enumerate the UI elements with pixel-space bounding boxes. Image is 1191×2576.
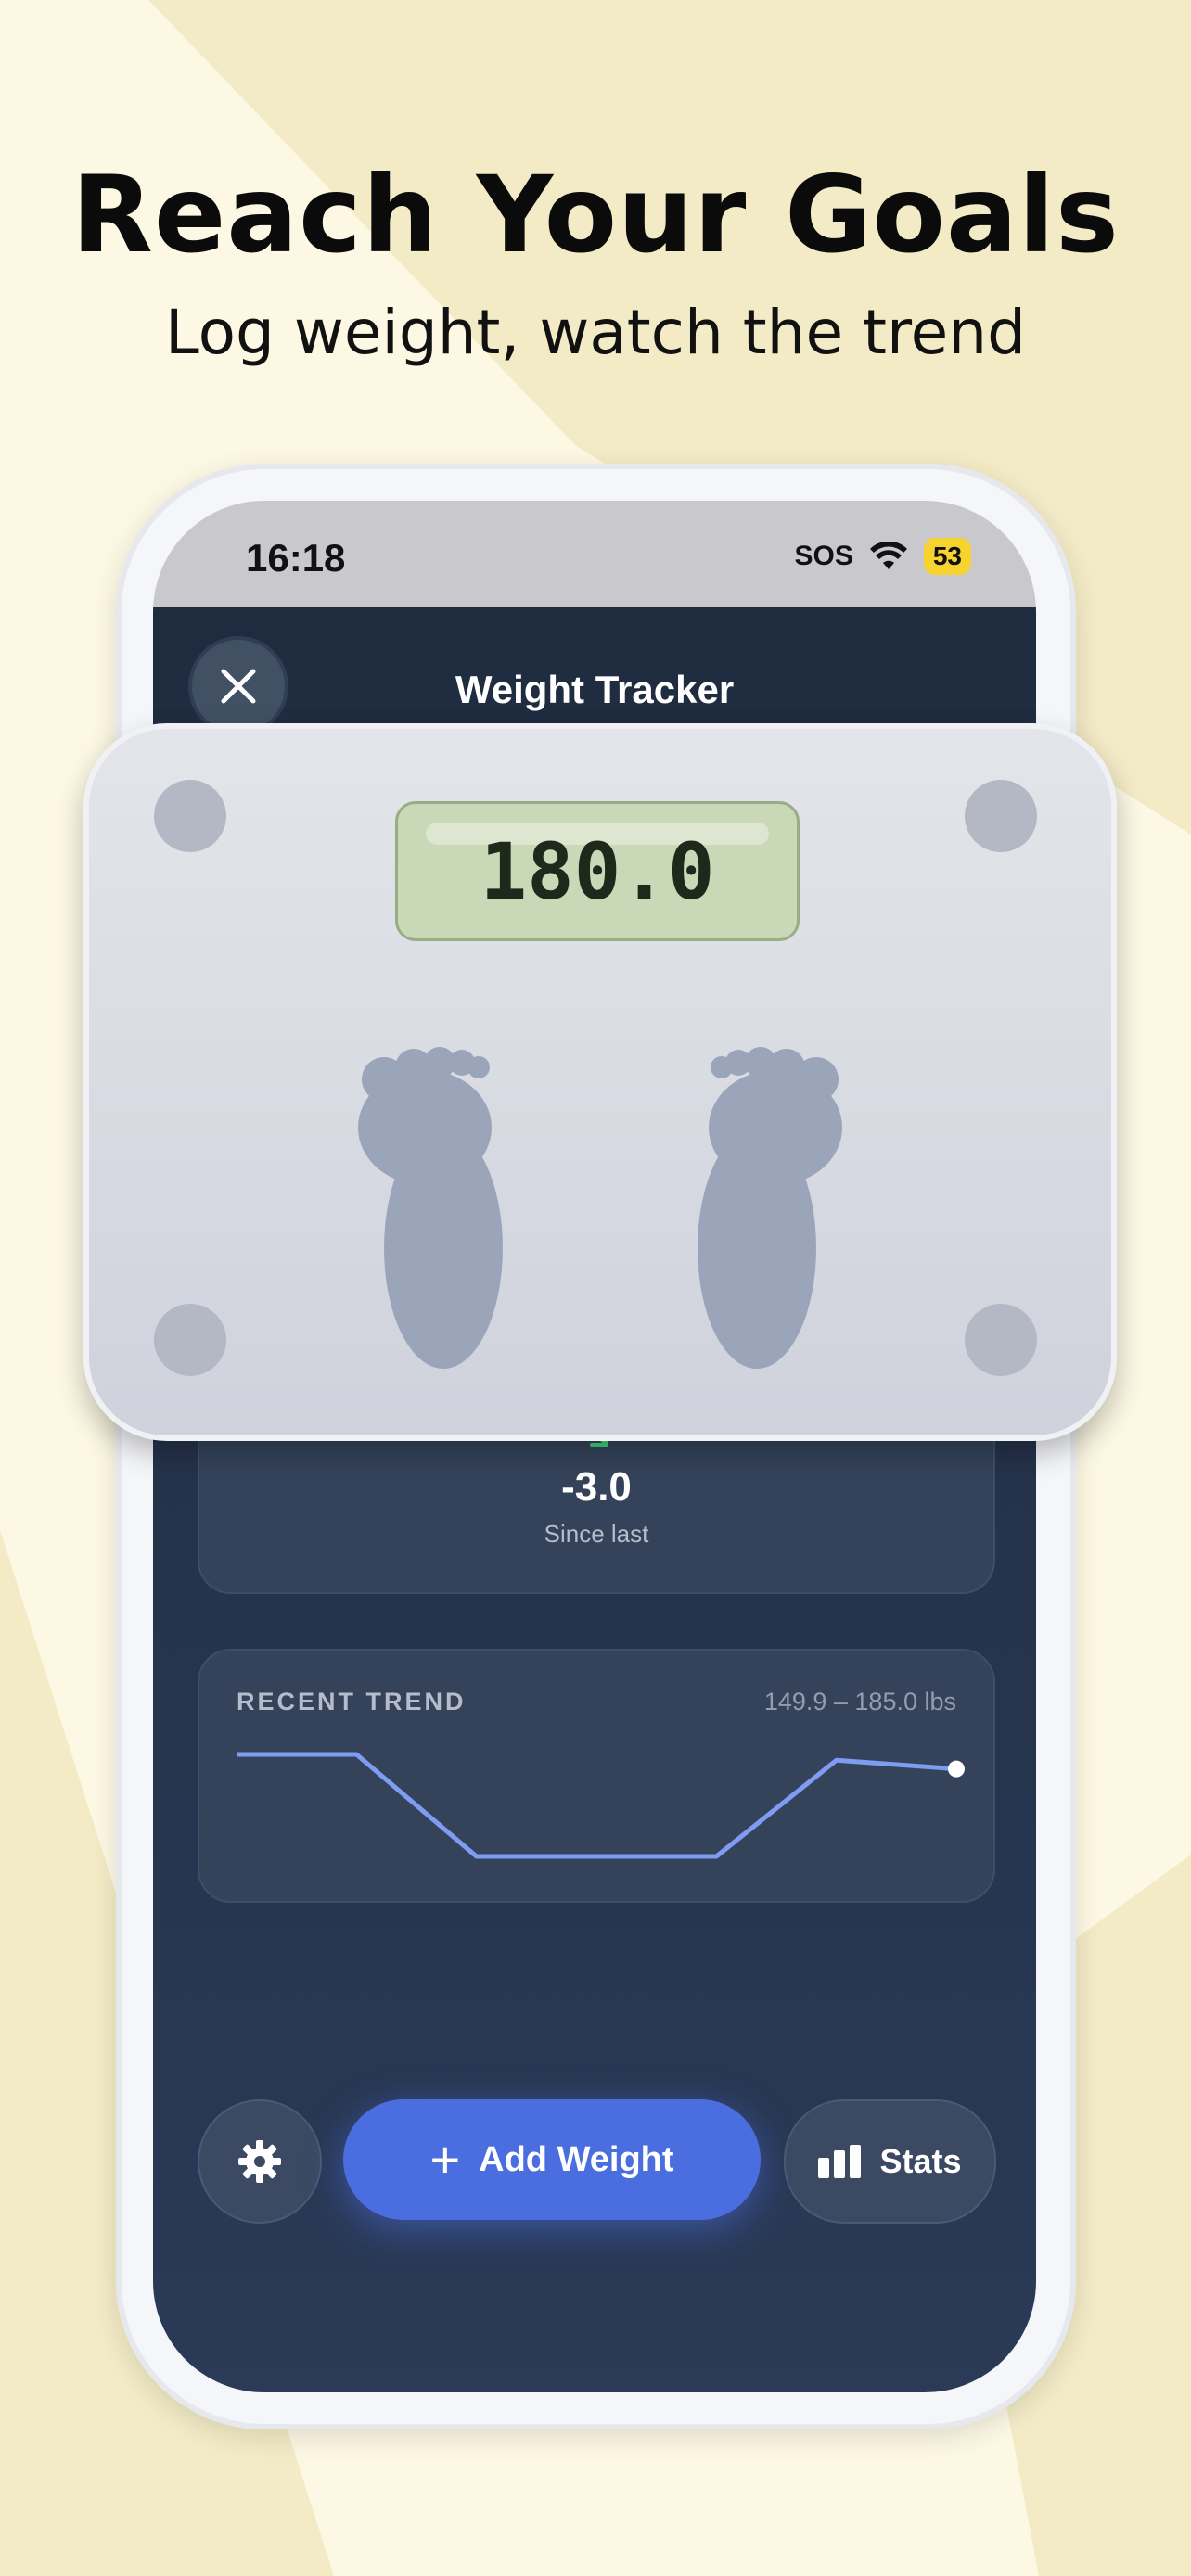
since-last-value: -3.0 <box>561 1464 632 1510</box>
trend-point <box>948 1760 965 1778</box>
stats-label: Stats <box>879 2142 962 2180</box>
settings-button[interactable] <box>198 2099 322 2224</box>
add-weight-button[interactable]: + Add Weight <box>343 2099 761 2220</box>
recent-trend-card: RECENT TREND 149.9 – 185.0 lbs <box>198 1649 995 1903</box>
add-weight-label: Add Weight <box>479 2139 674 2179</box>
gear-icon <box>238 2140 281 2183</box>
scale-illustration: 180.0 <box>83 723 1117 1441</box>
wifi-icon <box>869 542 907 569</box>
status-time: 16:18 <box>246 536 346 580</box>
sos-indicator: SOS <box>794 541 853 571</box>
trend-line <box>237 1752 957 1859</box>
trend-chart <box>237 1752 965 1859</box>
promo-headline: Reach Your Goals <box>71 153 1120 276</box>
plus-icon: + <box>429 2130 461 2188</box>
since-last-label: Since last <box>544 1520 649 1548</box>
promo-subhead: Log weight, watch the trend <box>165 297 1026 368</box>
battery-indicator: 53 <box>923 538 971 575</box>
bar-chart-icon <box>818 2145 862 2178</box>
screen-title: Weight Tracker <box>455 668 735 711</box>
status-indicators: SOS 53 <box>794 538 971 575</box>
stats-button[interactable]: Stats <box>784 2099 996 2224</box>
footprint-icon <box>358 1047 842 1369</box>
